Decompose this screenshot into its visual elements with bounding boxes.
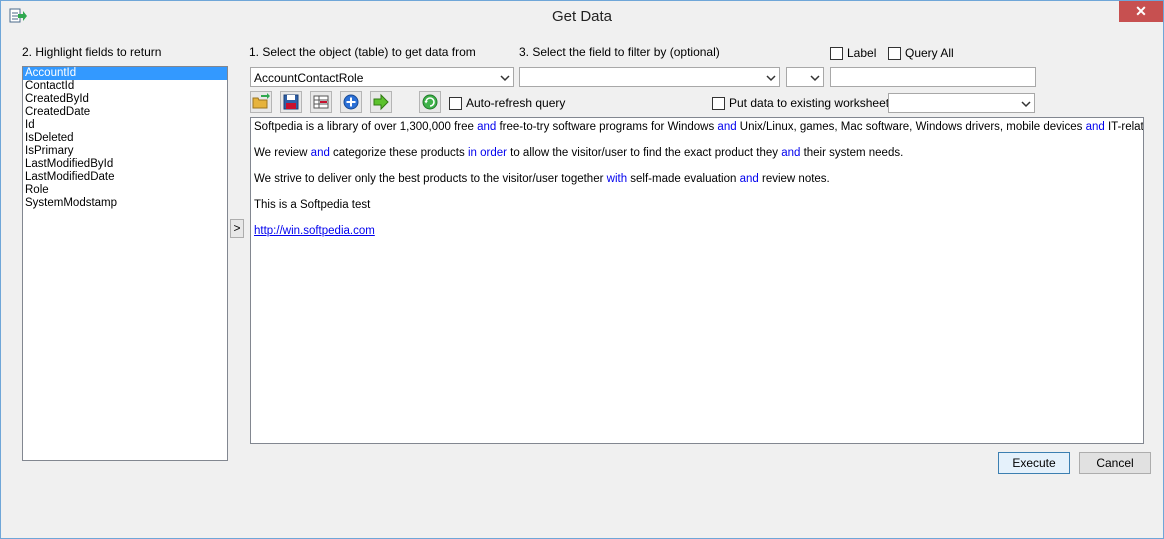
list-item[interactable]: ContactId <box>23 80 227 93</box>
softpedia-link[interactable]: http://win.softpedia.com <box>254 225 375 237</box>
refresh-icon <box>419 91 441 113</box>
query-all-checkbox[interactable] <box>888 47 901 60</box>
list-item[interactable]: AccountId <box>23 67 227 80</box>
text-run: Unix/Linux, games, Mac software, Windows… <box>736 121 1086 133</box>
keyword: and <box>477 121 497 133</box>
query-line: We strive to deliver only the best produ… <box>254 173 1140 186</box>
chevron-down-icon <box>1021 101 1031 108</box>
text-run: to allow the visitor/user to find the ex… <box>506 147 782 159</box>
arrow-right-icon <box>370 91 392 113</box>
chevron-down-icon <box>766 75 776 82</box>
add-button[interactable] <box>340 91 362 113</box>
fields-label: 2. Highlight fields to return <box>22 45 162 59</box>
refresh-button[interactable] <box>419 91 441 113</box>
list-item[interactable]: Id <box>23 119 227 132</box>
close-button[interactable]: ✕ <box>1119 1 1163 22</box>
filter-operator-select[interactable] <box>786 67 824 87</box>
filter-value-input[interactable] <box>830 67 1036 87</box>
text-run: IT-related articles. <box>1107 121 1144 133</box>
list-item[interactable]: Role <box>23 184 227 197</box>
filter-label: 3. Select the field to filter by (option… <box>519 45 720 59</box>
title-bar[interactable]: Get Data ✕ <box>1 1 1163 32</box>
query-all-text: Query All <box>905 46 954 60</box>
auto-refresh-checkbox[interactable] <box>449 97 462 110</box>
next-button[interactable] <box>370 91 392 113</box>
text-run: review notes. <box>758 173 830 185</box>
auto-refresh-text: Auto-refresh query <box>466 96 566 110</box>
text-run: We review <box>254 147 311 159</box>
text-run: their system needs. <box>800 147 904 159</box>
text-run: self-made evaluation <box>627 173 740 185</box>
query-builder-button[interactable] <box>310 91 332 113</box>
list-item[interactable]: IsPrimary <box>23 145 227 158</box>
list-item[interactable]: LastModifiedById <box>23 158 227 171</box>
keyword: and <box>1085 121 1105 133</box>
grid-icon <box>310 91 332 113</box>
keyword: and <box>781 147 801 159</box>
get-data-window: Get Data ✕ 2. Highlight fields to return… <box>0 0 1164 539</box>
chevron-down-icon <box>810 75 820 82</box>
worksheet-select[interactable] <box>888 93 1035 113</box>
chevron-down-icon <box>500 75 510 82</box>
object-label: 1. Select the object (table) to get data… <box>249 45 476 59</box>
fields-listbox[interactable]: AccountId ContactId CreatedById CreatedD… <box>22 66 228 461</box>
cancel-button[interactable]: Cancel <box>1079 452 1151 474</box>
keyword: and <box>310 147 330 159</box>
plus-icon <box>340 91 362 113</box>
open-query-button[interactable] <box>250 91 272 113</box>
object-select[interactable]: AccountContactRole <box>250 67 514 87</box>
list-item[interactable]: IsDeleted <box>23 132 227 145</box>
query-line: Softpedia is a library of over 1,300,000… <box>254 121 1143 134</box>
object-select-value: AccountContactRole <box>254 71 364 85</box>
open-folder-icon <box>250 91 272 113</box>
put-data-text: Put data to existing worksheet <box>729 96 890 110</box>
save-icon <box>280 91 302 113</box>
text-run: categorize these products <box>329 147 468 159</box>
text-run: free-to-try software programs for Window… <box>496 121 718 133</box>
label-checkbox[interactable] <box>830 47 843 60</box>
list-item[interactable]: LastModifiedDate <box>23 171 227 184</box>
label-checkbox-text: Label <box>847 46 877 60</box>
keyword: and <box>739 173 759 185</box>
text-run: Softpedia is a library of over 1,300,000… <box>254 121 478 133</box>
save-query-button[interactable] <box>280 91 302 113</box>
query-textarea[interactable]: Softpedia is a library of over 1,300,000… <box>250 117 1144 444</box>
add-field-button[interactable]: > <box>230 219 244 238</box>
keyword: in order <box>467 147 507 159</box>
keyword: with <box>606 173 628 185</box>
query-line: We review and categorize these products … <box>254 147 1140 160</box>
query-line: http://win.softpedia.com <box>254 225 1140 238</box>
list-item[interactable]: CreatedDate <box>23 106 227 119</box>
list-item[interactable]: CreatedById <box>23 93 227 106</box>
keyword: and <box>717 121 737 133</box>
execute-button[interactable]: Execute <box>998 452 1070 474</box>
list-item[interactable]: SystemModstamp <box>23 197 227 210</box>
text-run: We strive to deliver only the best produ… <box>254 173 607 185</box>
window-title: Get Data <box>551 8 613 25</box>
put-data-checkbox[interactable] <box>712 97 725 110</box>
query-line: This is a Softpedia test <box>254 199 371 211</box>
filter-field-select[interactable] <box>519 67 780 87</box>
